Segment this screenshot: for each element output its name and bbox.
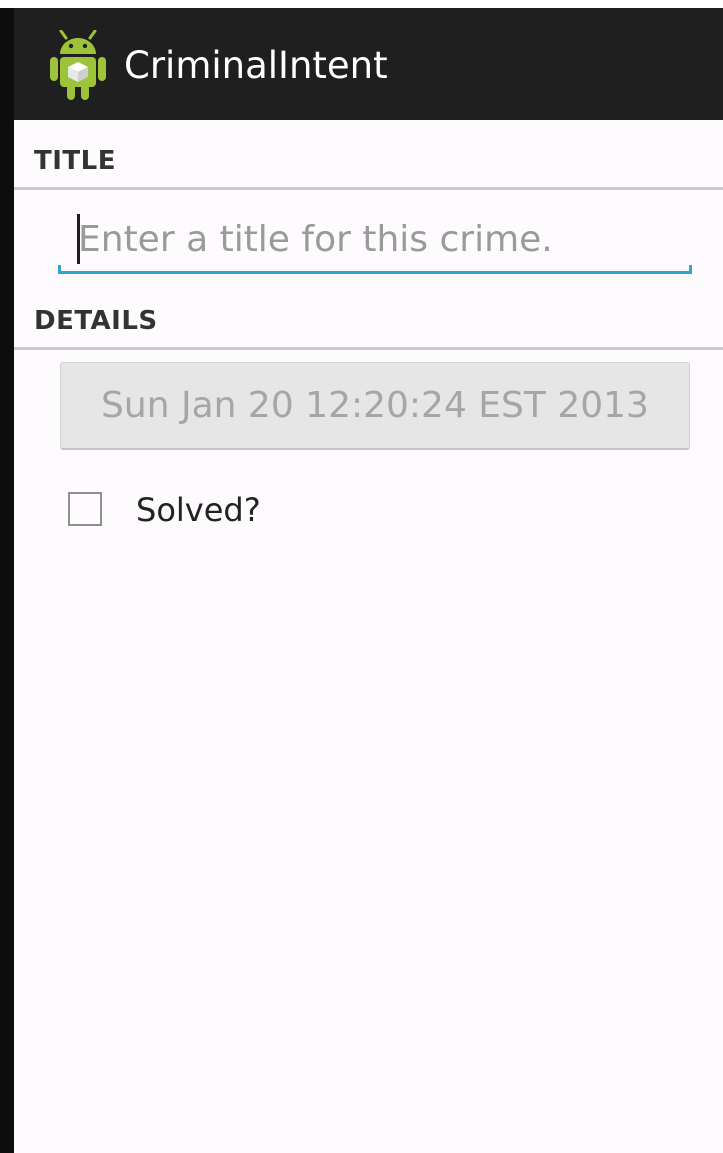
- solved-checkbox-row[interactable]: Solved?: [68, 484, 368, 534]
- crime-title-field: [58, 206, 692, 274]
- details-section-divider: [14, 347, 723, 350]
- device-frame-top: [0, 0, 723, 8]
- app-screen: CriminalIntent TITLE DETAILS Sun Jan 20 …: [14, 8, 723, 1153]
- solved-checkbox[interactable]: [68, 492, 102, 526]
- action-bar: CriminalIntent: [14, 8, 723, 120]
- details-section-header: DETAILS: [34, 306, 158, 336]
- crime-date-button[interactable]: Sun Jan 20 12:20:24 EST 2013: [60, 362, 690, 450]
- app-title: CriminalIntent: [124, 44, 388, 87]
- input-underline-left-tick: [58, 265, 61, 274]
- solved-label: Solved?: [136, 491, 261, 529]
- crime-title-input[interactable]: [78, 214, 678, 264]
- input-underline: [58, 271, 692, 274]
- input-underline-right-tick: [689, 265, 692, 274]
- title-section-divider: [14, 187, 723, 190]
- text-cursor: [77, 214, 80, 264]
- android-icon[interactable]: [46, 30, 110, 104]
- title-section-header: TITLE: [34, 146, 116, 176]
